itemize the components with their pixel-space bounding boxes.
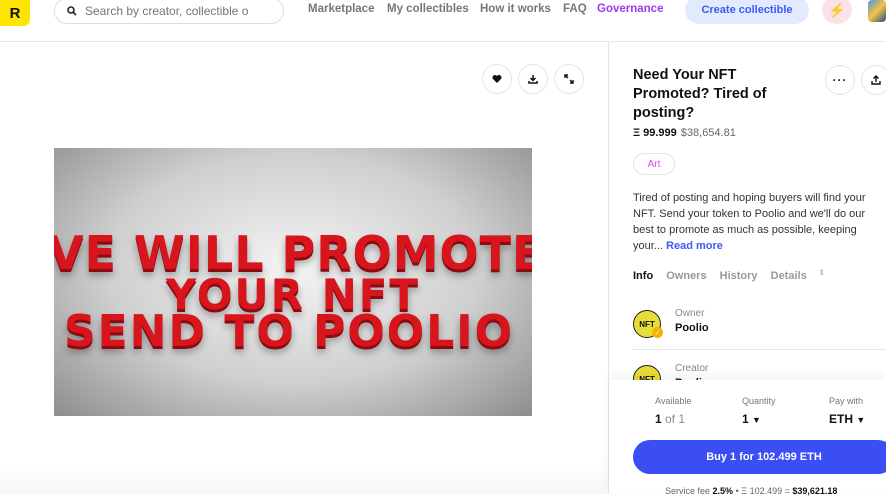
user-avatar[interactable] [868, 0, 886, 22]
artwork-line: SEND TO POOLIO [63, 306, 515, 357]
fee-eth: Ξ 102.499 [741, 486, 783, 496]
item-price: Ξ 99.999 $38,654.81 [633, 127, 736, 139]
buy-panel: Available 1 of 1 Quantity 1 ▼ Pay with E… [609, 380, 886, 496]
pay-value: ETH [829, 412, 853, 426]
details-count: 1 [819, 269, 824, 276]
row-divider [633, 349, 886, 350]
nav-my-collectibles[interactable]: My collectibles [387, 3, 469, 15]
verified-icon: ✓ [652, 327, 663, 338]
expand-icon [564, 74, 574, 84]
nft-artwork[interactable]: VE WILL PROMOTE YOUR NFT SEND TO POOLIO [54, 148, 532, 416]
media-area: VE WILL PROMOTE YOUR NFT SEND TO POOLIO [0, 42, 608, 494]
download-button[interactable] [518, 64, 548, 94]
bottom-fade [0, 462, 608, 494]
fullscreen-button[interactable] [554, 64, 584, 94]
search-box[interactable] [54, 0, 284, 24]
nav-governance[interactable]: Governance [597, 3, 663, 15]
category-tag[interactable]: Art [633, 153, 675, 175]
owner-name[interactable]: Poolio [675, 322, 709, 334]
available-label: Available [655, 396, 692, 406]
quantity-value: 1 [742, 412, 749, 426]
download-icon [528, 75, 538, 84]
service-fee: Service fee 2.5% • Ξ 102.499 = $39,621.1… [665, 486, 838, 496]
heart-icon [492, 75, 502, 83]
buy-button[interactable]: Buy 1 for 102.499 ETH [633, 440, 886, 474]
search-icon [67, 6, 77, 16]
rarible-logo[interactable]: R [0, 0, 30, 26]
share-button[interactable] [861, 65, 886, 95]
badge-text: NFT [639, 319, 655, 329]
item-title: Need Your NFT Promoted? Tired of posting… [633, 67, 767, 121]
tab-details[interactable]: Details 1 [770, 269, 824, 282]
owner-row[interactable]: NFT ✓ Owner Poolio [633, 308, 883, 352]
bolt-icon: ⚡ [828, 1, 846, 18]
price-eth: Ξ 99.999 [633, 127, 677, 139]
more-icon: ··· [832, 73, 848, 87]
tab-info[interactable]: Info [633, 270, 653, 282]
fee-label: Service fee [665, 486, 711, 496]
chevron-down-icon: ▼ [856, 415, 866, 425]
logo-text: R [9, 4, 21, 22]
create-collectible-button[interactable]: Create collectible [685, 0, 809, 24]
tab-history[interactable]: History [720, 270, 758, 282]
available-count: 1 [655, 412, 662, 426]
tab-owners[interactable]: Owners [666, 270, 706, 282]
price-usd: $38,654.81 [680, 127, 736, 139]
more-options-button[interactable]: ··· [825, 65, 855, 95]
owner-label: Owner [675, 308, 705, 319]
creator-label: Creator [675, 363, 709, 374]
available-value: 1 of 1 [655, 412, 685, 426]
chevron-down-icon: ▼ [752, 415, 761, 425]
fee-percent: 2.5% [712, 486, 734, 496]
item-tabs: Info Owners History Details 1 [633, 269, 834, 282]
nav-how-it-works[interactable]: How it works [480, 3, 551, 15]
search-input[interactable] [85, 4, 265, 18]
top-navigation-bar: R Marketplace My collectibles How it wor… [0, 0, 886, 42]
lightning-button[interactable]: ⚡ [822, 0, 852, 24]
pay-with-label: Pay with [829, 396, 864, 406]
pay-with-select[interactable]: ETH ▼ [829, 412, 865, 426]
nav-faq[interactable]: FAQ [563, 3, 587, 15]
quantity-select[interactable]: 1 ▼ [742, 412, 761, 426]
quantity-label: Quantity [742, 396, 776, 406]
read-more-link[interactable]: Read more [666, 240, 723, 252]
share-icon [871, 75, 881, 85]
tab-details-label: Details [770, 269, 807, 282]
fee-usd: $39,621.18 [792, 486, 838, 496]
like-button[interactable] [482, 64, 512, 94]
item-description: Tired of posting and hoping buyers will … [633, 190, 885, 254]
available-of: of 1 [665, 412, 686, 426]
nav-marketplace[interactable]: Marketplace [308, 3, 374, 15]
